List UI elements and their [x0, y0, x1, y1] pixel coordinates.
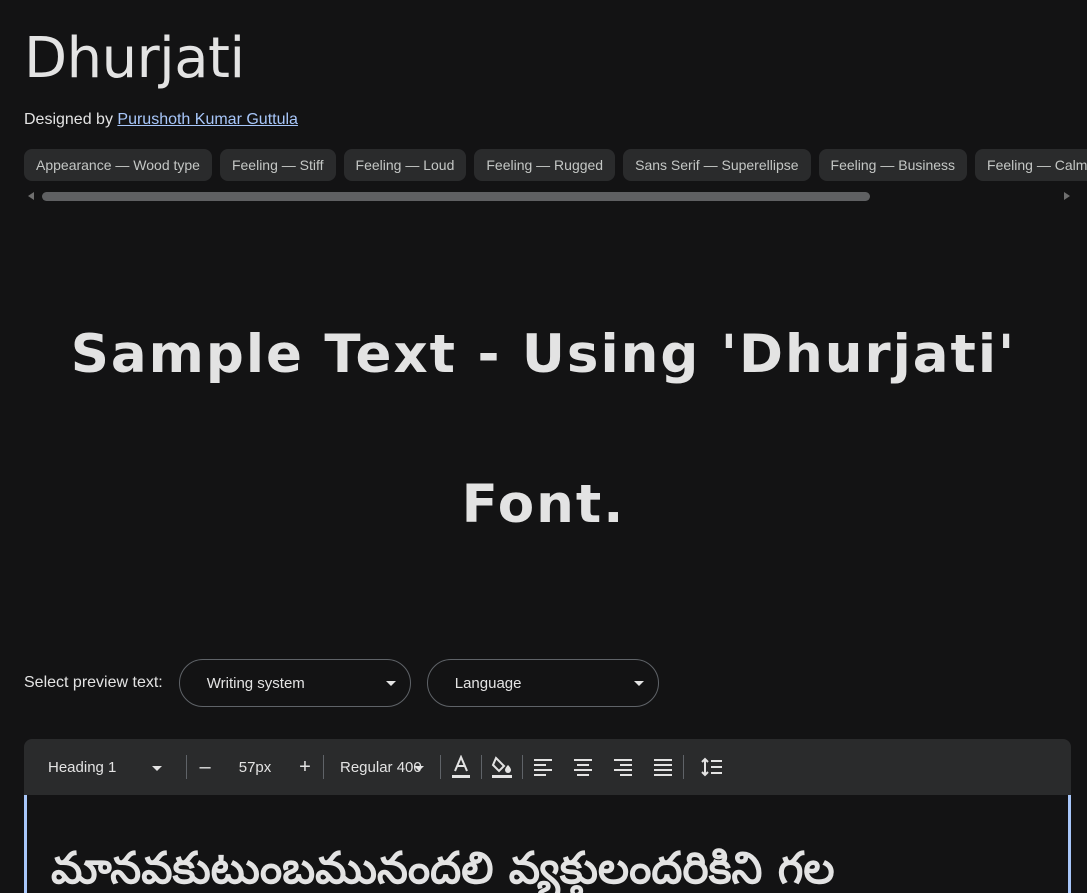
- writing-system-value: Writing system: [206, 674, 305, 692]
- fill-color-icon: [491, 756, 512, 778]
- chevron-down-icon: [152, 765, 162, 771]
- text-style-value: Heading 1: [48, 758, 117, 776]
- tag-chip[interactable]: Feeling — Business: [818, 149, 968, 181]
- text-style-dropdown[interactable]: Heading 1: [24, 759, 186, 776]
- text-color-icon: [452, 755, 470, 778]
- tag-chip[interactable]: Feeling — Stiff: [219, 149, 336, 181]
- language-dropdown[interactable]: Language: [426, 659, 659, 707]
- text-color-button[interactable]: [441, 739, 481, 795]
- editor-text[interactable]: మానవకుటుంబమునందలి వ్యక్తులందరికిని గల: [51, 843, 835, 893]
- align-justify-button[interactable]: [643, 739, 683, 795]
- align-right-icon: [614, 759, 632, 776]
- scrollbar-thumb[interactable]: [42, 192, 870, 201]
- tag-chip[interactable]: Appearance — Wood type: [24, 149, 212, 181]
- sample-line-2: Font.: [461, 474, 626, 535]
- font-weight-value: Regular 400: [340, 758, 422, 776]
- decrease-size-button[interactable]: –: [187, 756, 223, 779]
- align-right-button[interactable]: [603, 739, 643, 795]
- background-color-button[interactable]: [482, 739, 522, 795]
- tag-chip[interactable]: Sans Serif — Superellipse: [623, 149, 811, 181]
- increase-size-button[interactable]: +: [287, 756, 323, 779]
- chevron-down-icon: [385, 681, 396, 686]
- font-size-value[interactable]: 57px: [223, 759, 287, 776]
- align-left-button[interactable]: [523, 739, 563, 795]
- designer-link[interactable]: Purushoth Kumar Guttula: [117, 111, 298, 128]
- editor-toolbar: Heading 1 – 57px + Regular 400: [24, 739, 1071, 795]
- sample-line-1: Sample Text - Using 'Dhurjati': [70, 324, 1017, 385]
- align-justify-icon: [654, 759, 672, 776]
- line-height-button[interactable]: [684, 739, 740, 795]
- font-weight-dropdown[interactable]: Regular 400: [324, 759, 440, 776]
- tags-scrollbar[interactable]: [24, 190, 1074, 202]
- designer-line: Designed by Purushoth Kumar Guttula: [24, 111, 298, 129]
- preview-editor[interactable]: మానవకుటుంబమునందలి వ్యక్తులందరికిని గల: [24, 795, 1071, 893]
- align-center-button[interactable]: [563, 739, 603, 795]
- tag-chip[interactable]: Feeling — Calm: [975, 149, 1087, 181]
- font-title: Dhurjati: [24, 26, 245, 91]
- chevron-down-icon: [414, 765, 424, 771]
- preview-selector: Select preview text: Writing system Lang…: [24, 659, 675, 707]
- sample-text: Sample Text - Using 'Dhurjati' Font.: [60, 280, 1027, 580]
- designed-by-label: Designed by: [24, 111, 118, 128]
- tag-list: Appearance — Wood type Feeling — Stiff Fee…: [24, 149, 1087, 182]
- chevron-down-icon: [633, 681, 644, 686]
- align-center-icon: [574, 759, 592, 776]
- align-left-icon: [534, 759, 552, 776]
- writing-system-dropdown[interactable]: Writing system: [178, 659, 411, 707]
- line-height-icon: [701, 757, 722, 777]
- preview-label: Select preview text:: [24, 674, 163, 691]
- language-value: Language: [454, 674, 522, 692]
- tag-chip[interactable]: Feeling — Loud: [343, 149, 467, 181]
- scroll-right-icon[interactable]: [1064, 192, 1070, 200]
- scroll-left-icon[interactable]: [28, 192, 34, 200]
- tag-chip[interactable]: Feeling — Rugged: [474, 149, 616, 181]
